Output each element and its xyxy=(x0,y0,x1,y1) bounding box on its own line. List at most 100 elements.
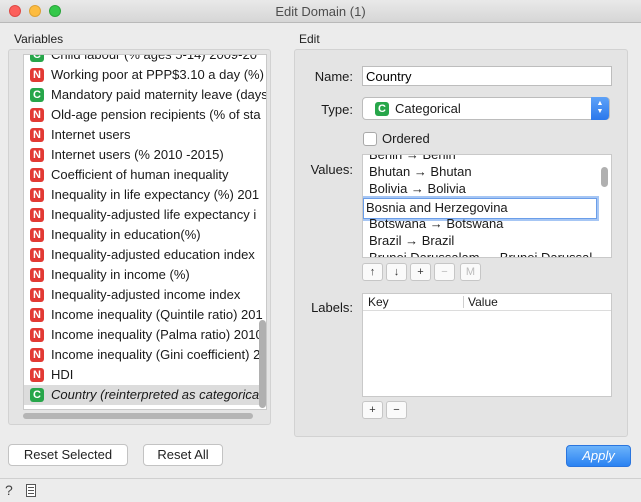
numeric-type-icon: N xyxy=(30,268,44,282)
numeric-type-icon: N xyxy=(30,348,44,362)
numeric-type-icon: N xyxy=(30,188,44,202)
edit-heading: Edit xyxy=(299,32,320,46)
numeric-type-icon: N xyxy=(30,288,44,302)
type-label: Type: xyxy=(321,102,353,117)
variable-row[interactable]: C Child labour (% ages 5-14) 2009-20 xyxy=(24,54,266,65)
variable-label: Mandatory paid maternity leave (days xyxy=(51,87,267,102)
variable-label: Child labour (% ages 5-14) 2009-20 xyxy=(51,54,257,62)
select-arrows-icon: ▲ ▼ xyxy=(591,97,609,120)
value-item[interactable]: Benin → Benin xyxy=(369,155,456,162)
merge-values-button[interactable]: M xyxy=(460,263,481,281)
variable-label: Country (reinterpreted as categorica xyxy=(51,387,260,402)
remove-value-button[interactable]: − xyxy=(434,263,455,281)
move-down-button[interactable]: ↓ xyxy=(386,263,407,281)
values-label: Values: xyxy=(310,162,353,177)
variable-row[interactable]: N Inequality-adjusted income index xyxy=(24,285,266,305)
variable-row[interactable]: N Internet users (% 2010 -2015) xyxy=(24,145,266,165)
numeric-type-icon: N xyxy=(30,308,44,322)
value-item[interactable]: Bhutan → Bhutan xyxy=(369,164,472,179)
value-item[interactable]: Botswana → Botswana xyxy=(369,216,503,231)
value-item[interactable]: Brazil → Brazil xyxy=(369,233,454,248)
numeric-type-icon: N xyxy=(30,168,44,182)
status-bar: ? xyxy=(0,478,641,502)
variables-panel: C Child labour (% ages 5-14) 2009-20 N Work… xyxy=(8,49,271,425)
categorical-type-icon: C xyxy=(30,55,44,62)
variable-row[interactable]: N Old-age pension recipients (% of sta xyxy=(24,105,266,125)
categorical-type-icon: C xyxy=(375,102,389,116)
remove-label-button[interactable]: − xyxy=(386,401,407,419)
name-input[interactable] xyxy=(362,66,612,86)
numeric-type-icon: N xyxy=(30,368,44,382)
categorical-type-icon: C xyxy=(30,388,44,402)
variables-vertical-scrollbar[interactable] xyxy=(259,320,266,408)
report-document-icon[interactable] xyxy=(26,484,36,497)
variable-row[interactable]: N Inequality in life expectancy (%) 201 xyxy=(24,185,266,205)
type-select[interactable]: C Categorical ▲ ▼ xyxy=(362,97,610,120)
type-value: Categorical xyxy=(395,101,461,116)
apply-button[interactable]: Apply xyxy=(566,445,631,467)
numeric-type-icon: N xyxy=(30,228,44,242)
numeric-type-icon: N xyxy=(30,248,44,262)
variable-label: Inequality in income (%) xyxy=(51,267,190,282)
variable-row[interactable]: C Country (reinterpreted as categorica xyxy=(24,385,266,405)
variable-row[interactable]: N Working poor at PPP$3.10 a day (%) xyxy=(24,65,266,85)
categorical-type-icon: C xyxy=(30,88,44,102)
variable-label: Inequality in life expectancy (%) 201 xyxy=(51,187,260,202)
horizontal-scroll-thumb[interactable] xyxy=(23,413,253,419)
column-divider xyxy=(463,296,464,308)
variable-label: Income inequality (Palma ratio) 2010- xyxy=(51,327,267,342)
variable-label: Inequality in education(%) xyxy=(51,227,201,242)
variable-label: Inequality-adjusted education index xyxy=(51,247,255,262)
title-bar: Edit Domain (1) xyxy=(0,0,641,23)
reset-selected-button[interactable]: Reset Selected xyxy=(8,444,128,466)
variable-row[interactable]: N Income inequality (Gini coefficient) 2 xyxy=(24,345,266,365)
variable-row[interactable]: N HDI xyxy=(24,365,266,385)
variable-label: Old-age pension recipients (% of sta xyxy=(51,107,261,122)
labels-label: Labels: xyxy=(311,300,353,315)
variable-row[interactable]: N Inequality in education(%) xyxy=(24,225,266,245)
ordered-checkbox[interactable] xyxy=(363,132,377,146)
value-column-header: Value xyxy=(468,295,498,309)
labels-table[interactable]: Key Value xyxy=(362,293,612,397)
window-title: Edit Domain (1) xyxy=(275,4,366,19)
variable-label: Inequality-adjusted life expectancy i xyxy=(51,207,257,222)
variable-label: Internet users xyxy=(51,127,131,142)
numeric-type-icon: N xyxy=(30,148,44,162)
numeric-type-icon: N xyxy=(30,128,44,142)
values-list[interactable]: Benin → Benin Bhutan → Bhutan Bolivia → Bo… xyxy=(362,154,612,258)
numeric-type-icon: N xyxy=(30,328,44,342)
variables-horizontal-scrollbar[interactable] xyxy=(23,411,267,421)
reset-all-button[interactable]: Reset All xyxy=(143,444,223,466)
variable-row[interactable]: N Internet users xyxy=(24,125,266,145)
variable-label: Income inequality (Gini coefficient) 2 xyxy=(51,347,261,362)
variable-label: Income inequality (Quintile ratio) 201 xyxy=(51,307,263,322)
variable-label: Coefficient of human inequality xyxy=(51,167,229,182)
value-item[interactable]: Brunei Darussalam → Brunei Darussal... xyxy=(369,250,603,257)
add-value-button[interactable]: + xyxy=(410,263,431,281)
help-icon[interactable]: ? xyxy=(5,482,13,498)
value-item[interactable]: Bolivia → Bolivia xyxy=(369,181,466,196)
variables-heading: Variables xyxy=(14,32,64,46)
variable-row[interactable]: N Coefficient of human inequality xyxy=(24,165,266,185)
name-label: Name: xyxy=(314,69,353,84)
variable-row[interactable]: N Income inequality (Palma ratio) 2010- xyxy=(24,325,267,345)
variable-row[interactable]: N Income inequality (Quintile ratio) 201 xyxy=(24,305,266,325)
variables-list[interactable]: C Child labour (% ages 5-14) 2009-20 N Work… xyxy=(23,54,267,410)
variable-label: HDI xyxy=(51,367,74,382)
variable-label: Inequality-adjusted income index xyxy=(51,287,241,302)
labels-table-header: Key Value xyxy=(363,294,611,311)
numeric-type-icon: N xyxy=(30,108,44,122)
ordered-label: Ordered xyxy=(382,131,430,146)
variable-row[interactable]: N Inequality-adjusted life expectancy i xyxy=(24,205,266,225)
variable-row[interactable]: N Inequality in income (%) xyxy=(24,265,266,285)
numeric-type-icon: N xyxy=(30,208,44,222)
variable-row[interactable]: C Mandatory paid maternity leave (days xyxy=(24,85,267,105)
add-label-button[interactable]: + xyxy=(362,401,383,419)
values-scrollbar[interactable] xyxy=(601,167,608,187)
variable-label: Internet users (% 2010 -2015) xyxy=(51,147,224,162)
move-up-button[interactable]: ↑ xyxy=(362,263,383,281)
numeric-type-icon: N xyxy=(30,68,44,82)
key-column-header: Key xyxy=(368,295,389,309)
variable-label: Working poor at PPP$3.10 a day (%) xyxy=(51,67,264,82)
variable-row[interactable]: N Inequality-adjusted education index xyxy=(24,245,266,265)
